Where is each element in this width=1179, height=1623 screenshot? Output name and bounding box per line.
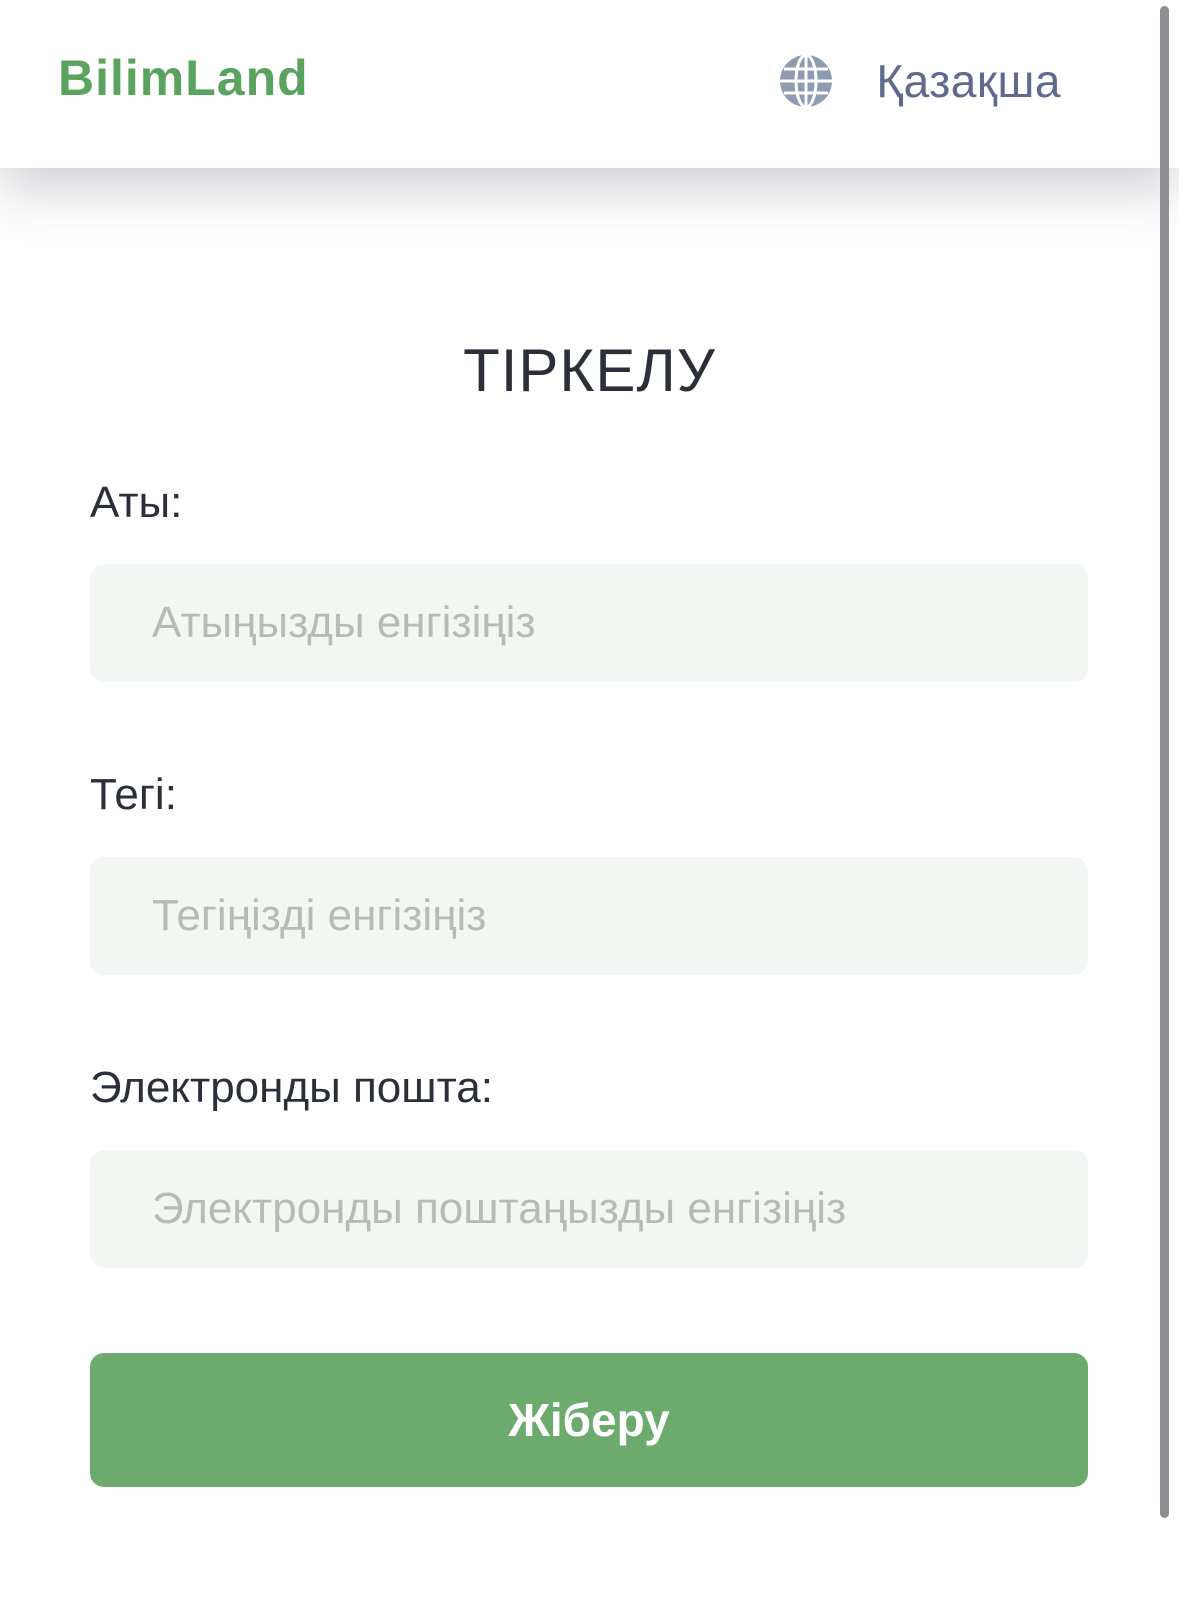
last-name-label: Тегі:: [90, 770, 177, 819]
language-selector[interactable]: Қазақша: [778, 50, 1061, 112]
email-label: Электронды пошта:: [90, 1063, 493, 1112]
language-label: Қазақша: [876, 55, 1061, 107]
first-name-input[interactable]: [90, 564, 1088, 682]
globe-icon: [780, 53, 833, 109]
bilimland-logo[interactable]: BilimLand: [58, 50, 388, 112]
submit-button[interactable]: Жіберу: [90, 1353, 1088, 1487]
last-name-input[interactable]: [90, 857, 1088, 975]
form-title: ТІРКЕЛУ: [463, 337, 716, 404]
vertical-scrollbar[interactable]: [1160, 6, 1169, 1518]
logo-text: BilimLand: [58, 50, 309, 106]
registration-page: BilimLand Қазақша ТІРКЕЛУ Аты: Тегі: Эле…: [0, 0, 1179, 1623]
bilimland-logo-graphic: BilimLand: [58, 50, 309, 106]
first-name-label: Аты:: [90, 478, 183, 527]
top-header: BilimLand Қазақша: [0, 0, 1179, 168]
email-input[interactable]: [90, 1150, 1088, 1268]
